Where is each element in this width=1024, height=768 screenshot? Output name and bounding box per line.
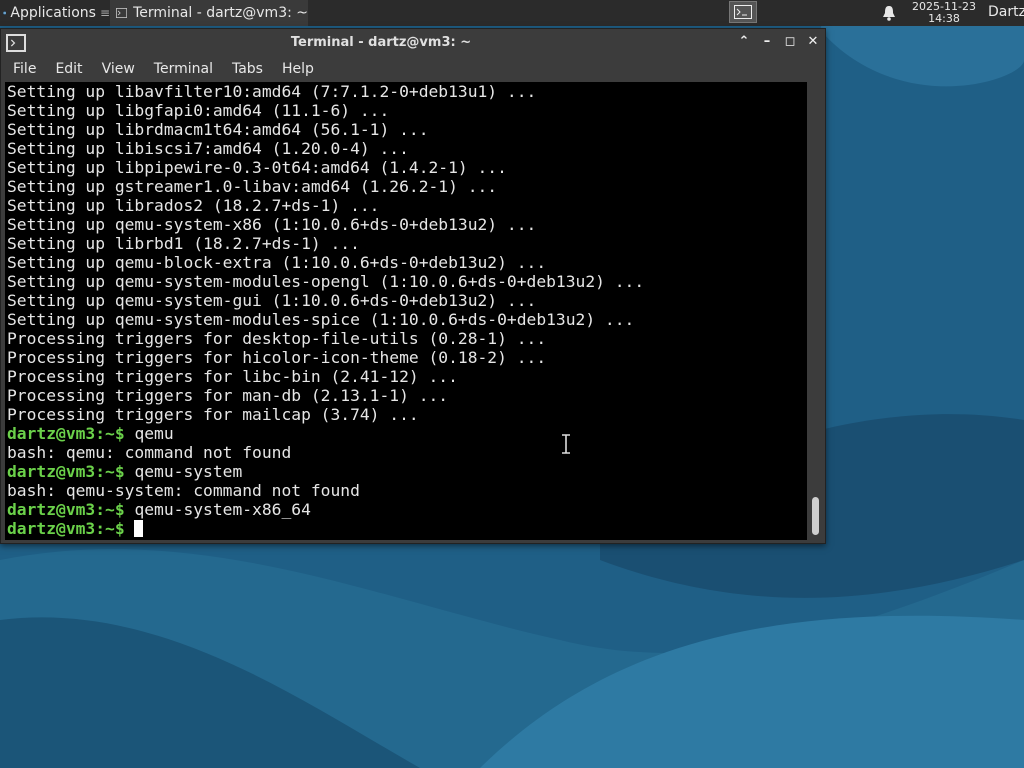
- chevron-up-icon[interactable]: ⌃: [736, 34, 752, 50]
- user-menu[interactable]: Dartz: [988, 4, 1024, 20]
- output-text: Setting up librados2 (18.2.7+ds-1) ...: [7, 196, 380, 215]
- command-text: qemu-system: [124, 462, 243, 481]
- menu-file[interactable]: File: [1, 61, 44, 77]
- terminal-output-line: Processing triggers for hicolor-icon-the…: [5, 348, 807, 367]
- text-cursor-icon: [562, 434, 570, 454]
- command-text: qemu: [124, 424, 174, 443]
- output-text: Processing triggers for mailcap (3.74) .…: [7, 405, 419, 424]
- shell-prompt: dartz@vm3:~$: [7, 462, 125, 481]
- shell-prompt: dartz@vm3:~$: [7, 500, 125, 519]
- output-text: Setting up qemu-system-modules-spice (1:…: [7, 310, 635, 329]
- terminal-output-line: Setting up qemu-system-modules-opengl (1…: [5, 272, 807, 291]
- menu-tabs[interactable]: Tabs: [221, 61, 271, 77]
- output-text: Setting up qemu-block-extra (1:10.0.6+ds…: [7, 253, 547, 272]
- shell-prompt: dartz@vm3:~$: [7, 519, 125, 538]
- clock[interactable]: 2025-11-23 14:38: [904, 0, 984, 26]
- output-text: bash: qemu: command not found: [7, 443, 292, 462]
- terminal-command-line: dartz@vm3:~$ qemu-system-x86_64: [5, 500, 807, 519]
- terminal-output[interactable]: Setting up libavfilter10:amd64 (7:7.1.2-…: [5, 82, 807, 540]
- output-text: Setting up qemu-system-modules-opengl (1…: [7, 272, 645, 291]
- menu-view[interactable]: View: [91, 61, 143, 77]
- menu-help[interactable]: Help: [271, 61, 322, 77]
- terminal-launcher-icon[interactable]: [729, 1, 757, 23]
- terminal-cursor: [134, 520, 144, 537]
- output-text: Setting up librdmacm1t64:amd64 (56.1-1) …: [7, 120, 429, 139]
- terminal-output-line: Setting up librados2 (18.2.7+ds-1) ...: [5, 196, 807, 215]
- top-panel: Applications ≡ Terminal - dartz@vm3: ~ 2…: [0, 0, 1024, 26]
- terminal-output-line: Setting up qemu-block-extra (1:10.0.6+ds…: [5, 253, 807, 272]
- terminal-output-line: Processing triggers for libc-bin (2.41-1…: [5, 367, 807, 386]
- scrollbar[interactable]: [807, 82, 825, 540]
- terminal-icon: [116, 8, 128, 18]
- terminal-output-line: Setting up libiscsi7:amd64 (1.20.0-4) ..…: [5, 139, 807, 158]
- output-text: Processing triggers for desktop-file-uti…: [7, 329, 547, 348]
- window-titlebar[interactable]: Terminal - dartz@vm3: ~ ⌃ – ◻ ✕: [1, 29, 825, 57]
- terminal-output-line: bash: qemu: command not found: [5, 443, 807, 462]
- menu-terminal[interactable]: Terminal: [143, 61, 221, 77]
- command-text: qemu-system-x86_64: [124, 500, 311, 519]
- applications-label: Applications: [10, 5, 96, 21]
- output-text: Processing triggers for hicolor-icon-the…: [7, 348, 547, 367]
- output-text: bash: qemu-system: command not found: [7, 481, 360, 500]
- output-text: Setting up qemu-system-gui (1:10.0.6+ds-…: [7, 291, 537, 310]
- terminal-output-line: Setting up libgfapi0:amd64 (11.1-6) ...: [5, 101, 807, 120]
- terminal-output-line: Setting up gstreamer1.0-libav:amd64 (1.2…: [5, 177, 807, 196]
- terminal-output-line: Setting up librdmacm1t64:amd64 (56.1-1) …: [5, 120, 807, 139]
- output-text: Setting up libgfapi0:amd64 (11.1-6) ...: [7, 101, 390, 120]
- output-text: Setting up libiscsi7:amd64 (1.20.0-4) ..…: [7, 139, 409, 158]
- menu-bar: File Edit View Terminal Tabs Help: [1, 57, 825, 81]
- output-text: Setting up librbd1 (18.2.7+ds-1) ...: [7, 234, 360, 253]
- terminal-output-line: Processing triggers for mailcap (3.74) .…: [5, 405, 807, 424]
- applications-menu-button[interactable]: Applications ≡: [0, 0, 110, 26]
- maximize-button[interactable]: ◻: [782, 34, 798, 50]
- window-title: Terminal - dartz@vm3: ~: [290, 35, 472, 50]
- terminal-output-line: Setting up libpipewire-0.3-0t64:amd64 (1…: [5, 158, 807, 177]
- command-text: [125, 519, 135, 538]
- terminal-output-line: Processing triggers for desktop-file-uti…: [5, 329, 807, 348]
- scrollbar-thumb[interactable]: [812, 497, 819, 535]
- terminal-output-line: Setting up librbd1 (18.2.7+ds-1) ...: [5, 234, 807, 253]
- terminal-output-line: Setting up qemu-system-gui (1:10.0.6+ds-…: [5, 291, 807, 310]
- terminal-output-line: Setting up libavfilter10:amd64 (7:7.1.2-…: [5, 82, 807, 101]
- terminal-output-line: Processing triggers for man-db (2.13.1-1…: [5, 386, 807, 405]
- shell-prompt: dartz@vm3:~$: [7, 424, 125, 443]
- terminal-output-line: bash: qemu-system: command not found: [5, 481, 807, 500]
- output-text: Setting up libpipewire-0.3-0t64:amd64 (1…: [7, 158, 507, 177]
- terminal-output-line: Setting up qemu-system-modules-spice (1:…: [5, 310, 807, 329]
- close-button[interactable]: ✕: [805, 34, 821, 50]
- clock-time: 14:38: [928, 12, 960, 25]
- menu-indicator-icon: ≡: [99, 6, 110, 20]
- terminal-command-line: dartz@vm3:~$: [5, 519, 807, 538]
- menu-edit[interactable]: Edit: [44, 61, 90, 77]
- minimize-button[interactable]: –: [759, 34, 775, 50]
- output-text: Processing triggers for man-db (2.13.1-1…: [7, 386, 449, 405]
- taskbar-terminal-label: Terminal - dartz@vm3: ~: [133, 5, 308, 21]
- terminal-window: Terminal - dartz@vm3: ~ ⌃ – ◻ ✕ File Edi…: [0, 28, 826, 544]
- bell-icon[interactable]: [880, 4, 898, 22]
- xfce-mouse-icon: [3, 11, 7, 15]
- terminal-command-line: dartz@vm3:~$ qemu-system: [5, 462, 807, 481]
- output-text: Setting up libavfilter10:amd64 (7:7.1.2-…: [7, 82, 537, 101]
- output-text: Setting up qemu-system-x86 (1:10.0.6+ds-…: [7, 215, 537, 234]
- terminal-output-line: Setting up qemu-system-x86 (1:10.0.6+ds-…: [5, 215, 807, 234]
- output-text: Setting up gstreamer1.0-libav:amd64 (1.2…: [7, 177, 498, 196]
- terminal-command-line: dartz@vm3:~$ qemu: [5, 424, 807, 443]
- taskbar-terminal-button[interactable]: Terminal - dartz@vm3: ~: [110, 0, 308, 26]
- output-text: Processing triggers for libc-bin (2.41-1…: [7, 367, 458, 386]
